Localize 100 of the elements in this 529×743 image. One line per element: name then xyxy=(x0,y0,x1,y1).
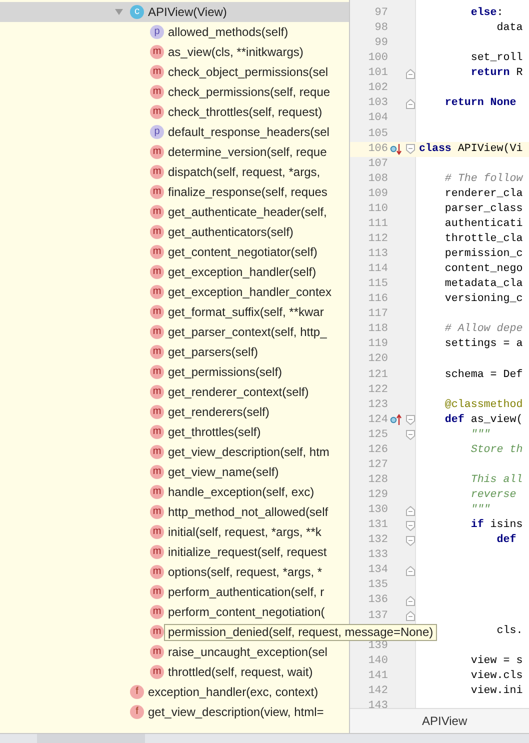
line-number: 106 xyxy=(367,142,388,157)
code-line: versioning_c xyxy=(444,292,523,308)
structure-item[interactable]: m check_object_permissions(sel xyxy=(0,62,349,82)
method-icon: m xyxy=(150,525,164,539)
code-line: def xyxy=(496,533,516,548)
up-arrow-icon[interactable] xyxy=(390,414,402,426)
line-number: 103 xyxy=(367,96,388,112)
class-icon: c xyxy=(130,5,144,19)
structure-item[interactable]: m get_exception_handler_contex xyxy=(0,282,349,302)
code-line: """ xyxy=(470,428,490,443)
structure-item[interactable]: m get_authenticators(self) xyxy=(0,222,349,242)
item-label: get_format_suffix(self, **kwar xyxy=(168,304,324,321)
line-number: 132 xyxy=(367,533,388,548)
structure-item[interactable]: m perform_content_negotiation( xyxy=(0,602,349,622)
structure-item[interactable]: p allowed_methods(self) xyxy=(0,22,349,42)
structure-item[interactable]: m get_parser_context(self, http_ xyxy=(0,322,349,342)
function-icon: f xyxy=(130,685,144,699)
fold-marker-icon[interactable] xyxy=(406,520,414,531)
line-number: 128 xyxy=(367,472,388,488)
method-icon: m xyxy=(150,545,164,559)
structure-item[interactable]: m check_permissions(self, reque xyxy=(0,82,349,102)
item-label: default_response_headers(sel xyxy=(168,124,330,141)
fold-marker-icon[interactable] xyxy=(406,68,414,79)
line-number: 118 xyxy=(367,322,388,338)
breadcrumb[interactable]: APIView xyxy=(422,712,468,730)
structure-item[interactable]: p default_response_headers(sel xyxy=(0,122,349,142)
line-number: 120 xyxy=(367,352,388,368)
structure-item[interactable]: m perform_authentication(self, r xyxy=(0,582,349,602)
structure-item[interactable]: m get_permissions(self) xyxy=(0,362,349,382)
item-label: throttled(self, request, wait) xyxy=(168,664,313,681)
structure-item[interactable]: m get_format_suffix(self, **kwar xyxy=(0,302,349,322)
line-number: 131 xyxy=(367,518,388,534)
fold-marker-icon[interactable] xyxy=(406,144,414,154)
structure-item[interactable]: m get_view_name(self) xyxy=(0,462,349,482)
method-icon: m xyxy=(150,365,164,379)
structure-item[interactable]: f exception_handler(exc, context) xyxy=(0,682,349,702)
line-number: 142 xyxy=(367,684,388,699)
item-label: perform_authentication(self, r xyxy=(168,584,324,601)
down-arrow-icon[interactable] xyxy=(390,143,402,156)
line-number: 137 xyxy=(367,608,388,624)
structure-item[interactable]: m get_renderer_context(self) xyxy=(0,382,349,402)
structure-item[interactable]: m dispatch(self, request, *args, xyxy=(0,162,349,182)
code-line: throttle_cla xyxy=(444,232,523,247)
fold-marker-icon[interactable] xyxy=(406,506,414,516)
fold-marker-icon[interactable] xyxy=(406,566,414,576)
code-line: schema = Def xyxy=(444,368,523,382)
method-icon: m xyxy=(150,85,164,99)
structure-item[interactable]: m get_throttles(self) xyxy=(0,422,349,442)
fold-marker-icon[interactable] xyxy=(406,611,414,622)
fold-marker-icon[interactable] xyxy=(406,98,414,109)
fold-marker-icon[interactable] xyxy=(406,430,414,440)
line-number: 122 xyxy=(367,382,388,398)
structure-item[interactable]: m get_content_negotiator(self) xyxy=(0,242,349,262)
line-number: 113 xyxy=(367,247,388,262)
item-label: dispatch(self, request, *args, xyxy=(168,164,320,181)
structure-item[interactable]: m http_method_not_allowed(self xyxy=(0,502,349,522)
method-icon: m xyxy=(150,205,164,219)
line-number: 99 xyxy=(374,36,388,52)
code-line: settings = a xyxy=(444,337,523,352)
structure-item[interactable]: m get_authenticate_header(self, xyxy=(0,202,349,222)
method-icon: m xyxy=(150,605,164,619)
line-number: 109 xyxy=(367,186,388,202)
structure-item[interactable]: m as_view(cls, **initkwargs) xyxy=(0,42,349,62)
structure-item[interactable]: m initial(self, request, *args, **k xyxy=(0,522,349,542)
line-number: 104 xyxy=(367,111,388,126)
code-line: view = s xyxy=(470,654,523,669)
line-number: 124 xyxy=(367,412,388,428)
line-number: 123 xyxy=(367,398,388,413)
item-label: get_view_name(self) xyxy=(168,464,279,481)
fold-marker-icon[interactable] xyxy=(406,596,414,606)
fold-marker-icon[interactable] xyxy=(406,536,414,546)
structure-item[interactable]: m check_throttles(self, request) xyxy=(0,102,349,122)
structure-item[interactable]: m get_view_description(self, htm xyxy=(0,442,349,462)
code-line: view.ini xyxy=(470,684,523,699)
method-icon: m xyxy=(150,665,164,679)
structure-item[interactable]: m handle_exception(self, exc) xyxy=(0,482,349,502)
code-line: metadata_cla xyxy=(444,277,523,292)
method-icon: m xyxy=(150,145,164,159)
line-number: 115 xyxy=(367,277,388,292)
structure-item[interactable]: m throttled(self, request, wait) xyxy=(0,662,349,682)
structure-item[interactable]: m get_exception_handler(self) xyxy=(0,262,349,282)
collapse-arrow-icon[interactable] xyxy=(114,8,124,16)
structure-item[interactable]: m options(self, request, *args, * xyxy=(0,562,349,582)
method-icon: m xyxy=(150,285,164,299)
fold-marker-icon[interactable] xyxy=(406,415,414,426)
structure-item[interactable]: m get_renderers(self) xyxy=(0,402,349,422)
line-number: 126 xyxy=(367,442,388,458)
structure-item[interactable]: m initialize_request(self, request xyxy=(0,542,349,562)
structure-item[interactable]: c APIView(View) xyxy=(0,2,349,22)
item-label: raise_uncaught_exception(sel xyxy=(168,644,328,661)
item-label: get_permissions(self) xyxy=(168,364,282,381)
structure-item[interactable]: m get_parsers(self) xyxy=(0,342,349,362)
line-number: 107 xyxy=(367,156,388,172)
structure-item[interactable]: m finalize_response(self, reques xyxy=(0,182,349,202)
structure-item[interactable]: m raise_uncaught_exception(sel xyxy=(0,642,349,662)
code-line: return R xyxy=(470,66,523,82)
structure-item[interactable]: m determine_version(self, reque xyxy=(0,142,349,162)
structure-item[interactable]: f get_view_description(view, html= xyxy=(0,702,349,722)
code-line: This all xyxy=(470,472,523,488)
method-icon: m xyxy=(150,45,164,59)
